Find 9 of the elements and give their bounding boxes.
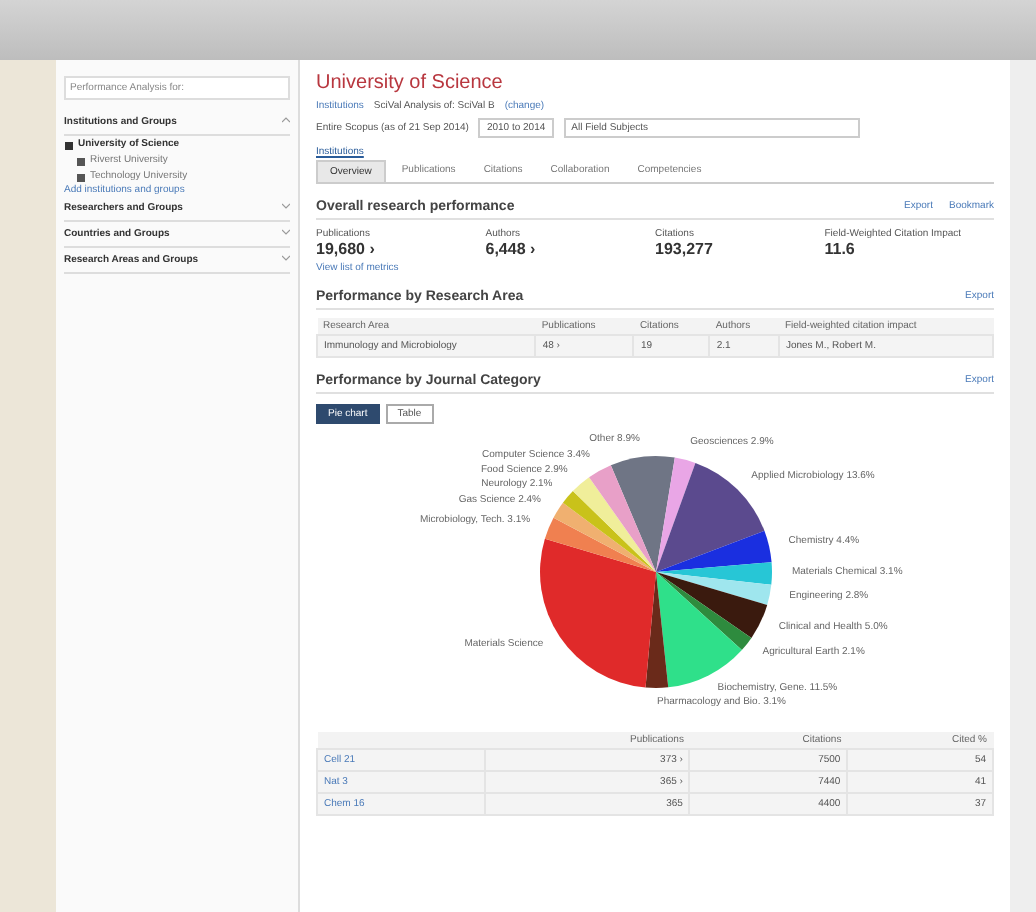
- page-title: University of Science: [316, 72, 505, 94]
- caret-icon[interactable]: [282, 254, 290, 262]
- metric-value: 6,448 ›: [485, 240, 538, 258]
- caret-icon[interactable]: [282, 116, 290, 124]
- caret-icon[interactable]: [282, 202, 290, 210]
- metric-value: 19,680 ›: [316, 240, 377, 258]
- metric-value: 11.6: [824, 240, 857, 258]
- caret-icon[interactable]: [282, 228, 290, 236]
- metric-value: 193,277: [655, 240, 715, 258]
